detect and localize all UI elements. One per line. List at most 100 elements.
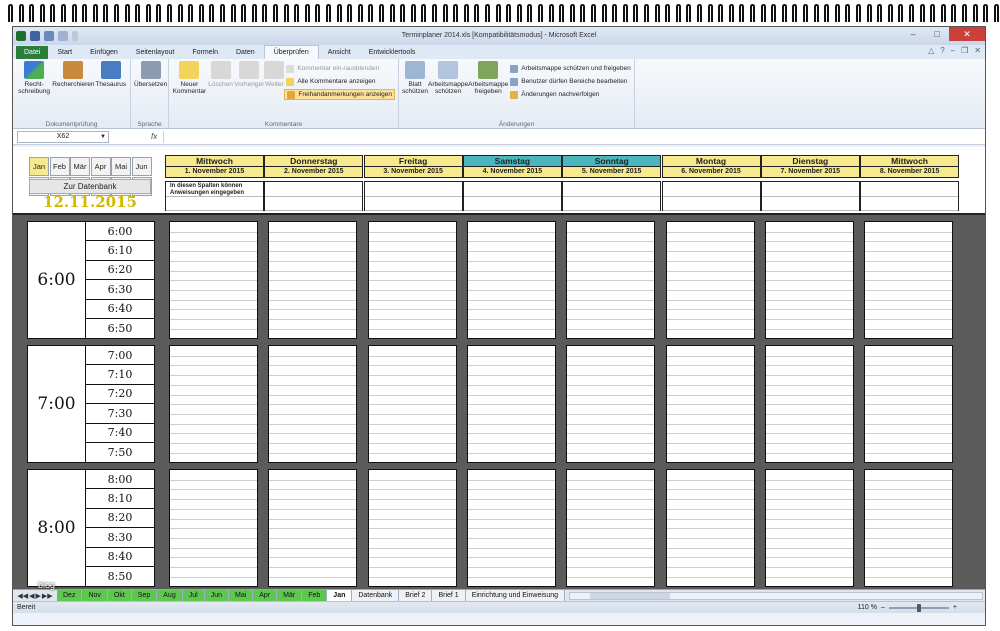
maximize-icon[interactable]: □ — [925, 27, 949, 41]
doc-restore-icon[interactable]: ❐ — [961, 46, 968, 55]
notes-cell[interactable] — [363, 181, 463, 211]
appointment-cell[interactable] — [566, 345, 656, 463]
tab-daten[interactable]: Daten — [227, 46, 264, 59]
appointment-cell[interactable] — [665, 345, 755, 463]
aenderungen-nachverfolgen-button[interactable]: Änderungen nachverfolgen — [508, 89, 633, 100]
close-icon[interactable]: ✕ — [949, 27, 985, 41]
loeschen-button[interactable]: Löschen — [207, 61, 234, 129]
arbeitsmappe-freigeben-button[interactable]: Arbeitsmappe freigeben — [468, 61, 508, 129]
appointment-cell[interactable] — [268, 221, 358, 339]
name-box[interactable]: X62 ▼ — [17, 130, 109, 143]
fx-icon[interactable]: fx — [151, 132, 157, 141]
doc-close-icon[interactable]: ✕ — [974, 46, 981, 55]
zoom-in-icon[interactable]: + — [953, 604, 957, 611]
blatt-schuetzen-button[interactable]: Blatt schützen — [402, 61, 428, 129]
formula-input[interactable] — [163, 130, 985, 143]
appointment-cell[interactable] — [367, 345, 457, 463]
appointment-cell[interactable] — [367, 221, 457, 339]
sheet-tab[interactable]: Okt — [107, 590, 132, 601]
zur-datenbank-button[interactable]: Zur Datenbank — [29, 179, 151, 194]
uebersetzen-button[interactable]: Übersetzen — [134, 61, 167, 129]
sheet-tab[interactable]: Brief 1 — [432, 590, 466, 601]
bereiche-bearbeiten-button[interactable]: Benutzer dürfen Bereiche bearbeiten — [508, 76, 633, 87]
kommentar-ein-ausblenden-button[interactable]: Kommentar ein-/ausblenden — [284, 63, 395, 74]
tab-ueberpruefen[interactable]: Überprüfen — [263, 45, 319, 59]
appointment-cell[interactable] — [764, 469, 854, 587]
vorheriger-button[interactable]: Vorheriger — [234, 61, 264, 129]
tab-einfuegen[interactable]: Einfügen — [81, 46, 127, 59]
tab-ansicht[interactable]: Ansicht — [319, 46, 360, 59]
zoom-slider-thumb[interactable] — [916, 603, 921, 612]
zoom-slider[interactable] — [888, 603, 949, 612]
notes-cell[interactable] — [661, 181, 761, 211]
appointment-cell[interactable] — [169, 221, 258, 339]
appointment-cell[interactable] — [466, 469, 556, 587]
month-button[interactable]: Apr — [90, 157, 111, 176]
appointment-cell[interactable] — [169, 345, 258, 463]
help-icon[interactable]: ? — [940, 46, 944, 55]
appointment-cell[interactable] — [367, 469, 457, 587]
sheet-tab[interactable]: Jan — [327, 590, 353, 601]
first-sheet-icon[interactable]: ◀◀ — [17, 592, 28, 600]
tab-datei[interactable]: Datei — [16, 46, 49, 59]
appointment-cell[interactable] — [665, 221, 755, 339]
tab-seitenlayout[interactable]: Seitenlayout — [127, 46, 184, 59]
notes-cell[interactable] — [264, 181, 364, 211]
sheet-tab[interactable]: Einrichtung und Einweisung — [465, 590, 566, 601]
tab-entwicklertools[interactable]: Entwicklertools — [360, 46, 425, 59]
minimize-ribbon-icon[interactable]: △ — [928, 46, 934, 55]
thesaurus-button[interactable]: Thesaurus — [95, 61, 127, 129]
rechtschreibung-button[interactable]: Recht-schreibung — [16, 61, 52, 129]
appointment-cell[interactable] — [864, 345, 954, 463]
notes-cell[interactable] — [562, 181, 662, 211]
doc-minimize-icon[interactable]: – — [951, 46, 955, 55]
tab-formeln[interactable]: Formeln — [183, 46, 227, 59]
appointment-cell[interactable] — [566, 221, 656, 339]
appointment-cell[interactable] — [169, 469, 258, 587]
zoom-out-icon[interactable]: – — [881, 604, 885, 611]
notes-cell[interactable] — [760, 181, 860, 211]
appointment-cell[interactable] — [764, 345, 854, 463]
notes-cell[interactable]: In diesen Spalten können Anweisungen ein… — [165, 181, 264, 211]
horizontal-scrollbar[interactable] — [569, 591, 983, 600]
month-button[interactable]: Mai — [111, 157, 131, 176]
sheet-tab[interactable]: Dez — [57, 590, 83, 601]
month-button[interactable]: Feb — [49, 157, 70, 176]
notes-cell[interactable] — [462, 181, 562, 211]
sheet-tab[interactable]: Mär — [277, 590, 303, 601]
sheet-tab[interactable]: Apr — [253, 590, 278, 601]
minimize-icon[interactable]: – — [901, 27, 925, 41]
sheet-tab[interactable]: Jul — [182, 590, 205, 601]
appointment-cell[interactable] — [268, 469, 358, 587]
freihandanmerkungen-anzeigen-button[interactable]: Freihandanmerkungen anzeigen — [284, 89, 395, 100]
month-button[interactable]: Jan — [29, 157, 49, 176]
scroll-thumb[interactable] — [590, 592, 671, 599]
appointment-cell[interactable] — [764, 221, 854, 339]
sheet-tab[interactable]: Datenbank — [352, 590, 400, 601]
appointment-cell[interactable] — [566, 469, 656, 587]
prev-sheet-icon[interactable]: ◀ — [29, 592, 34, 600]
month-button[interactable]: Mär — [70, 157, 90, 176]
sheet-tab[interactable]: Nov — [82, 590, 108, 601]
next-sheet-icon[interactable]: ▶ — [36, 592, 41, 600]
weiter-button[interactable]: Weiter — [264, 61, 285, 129]
appointment-cell[interactable] — [268, 345, 358, 463]
sheet-tab[interactable]: Sep — [131, 590, 158, 601]
neuer-kommentar-button[interactable]: Neuer Kommentar — [172, 61, 207, 129]
appointment-cell[interactable] — [466, 221, 556, 339]
sheet-tab[interactable]: Feb — [302, 590, 328, 601]
notes-cell[interactable] — [860, 181, 960, 211]
appointment-cell[interactable] — [864, 469, 954, 587]
appointment-cell[interactable] — [466, 345, 556, 463]
sheet-tab[interactable]: Mai — [228, 590, 254, 601]
arbeitsmappe-schuetzen-button[interactable]: Arbeitsmappe schützen — [428, 61, 468, 129]
recherchieren-button[interactable]: Recherchieren — [52, 61, 95, 129]
last-sheet-icon[interactable]: ▶▶ — [42, 592, 53, 600]
sheet-tab[interactable]: Jun — [204, 590, 229, 601]
arbeitsmappe-schuetzen-freigeben-button[interactable]: Arbeitsmappe schützen und freigeben — [508, 63, 633, 74]
sheet-tab[interactable]: Aug — [157, 590, 183, 601]
appointment-cell[interactable] — [665, 469, 755, 587]
month-button[interactable]: Jun — [131, 157, 152, 176]
tab-start[interactable]: Start — [48, 46, 81, 59]
sheet-tab[interactable]: Brief 2 — [399, 590, 433, 601]
